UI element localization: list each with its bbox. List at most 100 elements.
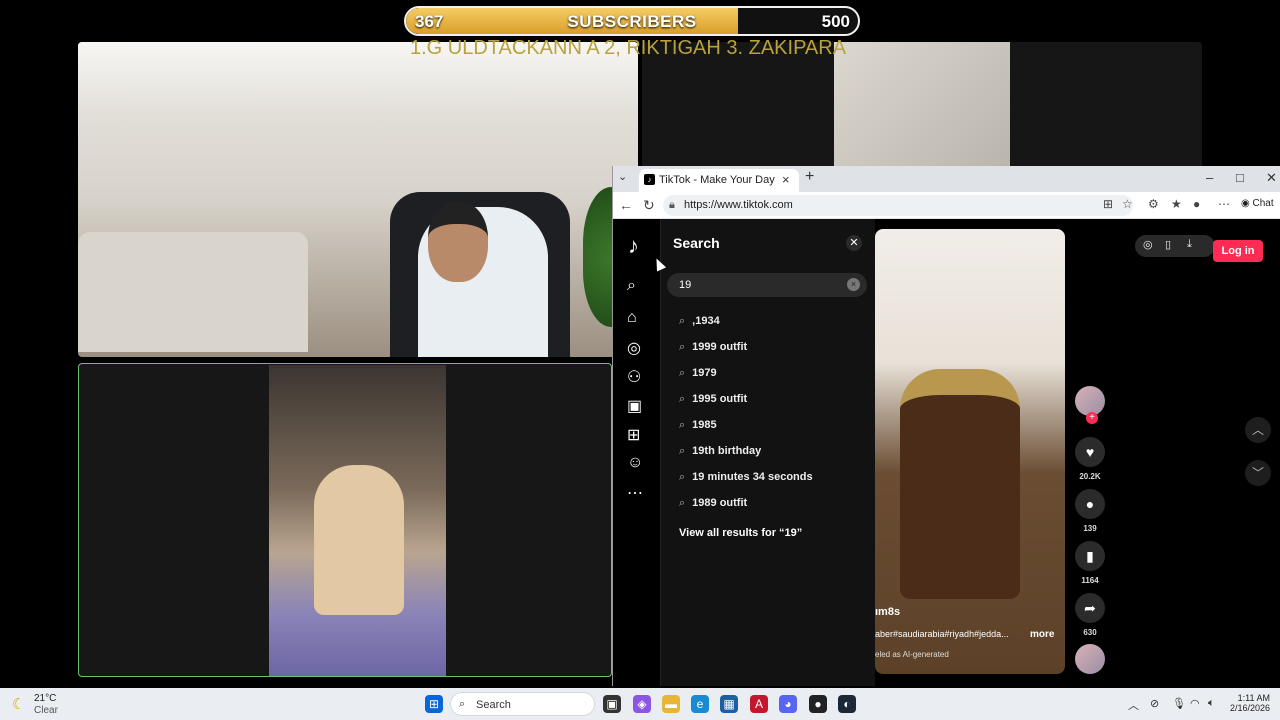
tiktok-logo-icon[interactable]: ♪ (628, 233, 639, 259)
copilot-chat-button[interactable]: ◉ Chat (1241, 198, 1274, 209)
explore-tool-icon[interactable]: ◎ (1143, 238, 1153, 251)
video-author[interactable]: ım8s (875, 606, 900, 618)
taskbar: ☾ 21°C Clear ⊞ ⌕ Search ▣ ◈ ▬ e ▦ A ◕ ● … (0, 688, 1280, 720)
steam-icon[interactable]: ◐ (838, 695, 856, 713)
network-off-icon[interactable]: ⊘ (1150, 697, 1159, 710)
explore-icon[interactable]: ◎ (627, 338, 641, 358)
scroll-down-icon[interactable]: ﹀ (1245, 460, 1271, 486)
screen: 367 SUBSCRIBERS 500 1.G ULDTACKANN A 2, … (0, 0, 1280, 720)
clock[interactable]: 1:11 AM 2/16/2026 (1224, 693, 1270, 713)
search-icon: ⌕ (459, 698, 466, 710)
extensions-icon[interactable]: ⚙ (1148, 197, 1159, 211)
secondary-webcam-feed (834, 42, 1010, 172)
more-nav-icon[interactable]: ⋯ (627, 483, 643, 503)
upload-icon[interactable]: ⊞ (627, 425, 640, 445)
adobe-icon[interactable]: A (750, 695, 768, 713)
bookmark-action[interactable]: ▮ 1164 (1073, 541, 1107, 585)
caption-more-link[interactable]: more (1030, 629, 1054, 640)
like-count: 20.2K (1079, 472, 1101, 481)
refresh-icon[interactable]: ↻ (643, 197, 655, 214)
like-action[interactable]: ♥ 20.2K (1073, 437, 1107, 481)
tiktok-favicon-icon: ♪ (644, 174, 655, 185)
ticker-text: 1.G ULDTACKANN A 2, RIKTIGAH 3. ZAKIPARA (410, 37, 847, 59)
more-menu-icon[interactable]: ⋯ (1218, 197, 1230, 211)
comment-icon: ● (1075, 489, 1105, 519)
login-button[interactable]: Log in (1213, 240, 1263, 262)
bookmark-count: 1164 (1081, 576, 1099, 585)
tab-actions-icon[interactable]: ⌄ (618, 170, 627, 183)
live-icon[interactable]: ▣ (627, 396, 642, 416)
taskbar-search-label: Search (476, 699, 511, 711)
subscriber-goal: 500 (821, 12, 850, 31)
share-count: 630 (1083, 628, 1097, 637)
profile-icon[interactable]: ● (1193, 197, 1200, 211)
heart-icon: ♥ (1075, 437, 1105, 467)
microphone-icon[interactable]: 🎙︎ (1172, 697, 1186, 710)
tray-chevron-icon[interactable]: ︿ (1128, 697, 1139, 713)
back-icon[interactable]: ← (619, 197, 633, 213)
view-all-results-link[interactable]: View all results for “19” (679, 527, 802, 539)
clear-search-icon[interactable]: × (847, 278, 860, 291)
wifi-icon[interactable]: ◠ (1190, 697, 1200, 710)
guest-person (314, 465, 404, 615)
suggestion-item[interactable]: ⌕ 1979 (679, 367, 717, 387)
subscriber-goal-bar: 367 SUBSCRIBERS 500 (404, 6, 860, 36)
task-view-icon[interactable]: ▣ (603, 695, 621, 713)
copilot-icon[interactable]: ◈ (633, 695, 651, 713)
bookmark-icon: ▮ (1075, 541, 1105, 571)
close-window-icon[interactable]: ✕ (1266, 170, 1277, 186)
music-disc[interactable] (1075, 644, 1105, 674)
video-actions: + ♥ 20.2K ● 139 ▮ 1164 ➦ 630 (1073, 219, 1107, 686)
clock-time: 1:11 AM (1237, 693, 1270, 703)
search-icon: ⌕ (679, 315, 686, 327)
search-icon: ⌕ (679, 367, 686, 379)
suggestion-item[interactable]: ⌕ 1989 outfit (679, 497, 747, 517)
maximize-icon[interactable]: □ (1236, 170, 1244, 185)
download-icon[interactable]: ⤓ (1187, 238, 1192, 251)
suggestion-item[interactable]: ⌕ 19th birthday (679, 445, 761, 465)
search-input[interactable]: 19 × (667, 273, 867, 297)
favorites-icon[interactable]: ★ (1171, 197, 1182, 211)
file-explorer-icon[interactable]: ▬ (662, 695, 680, 713)
lock-icon: 🔒︎ (669, 199, 675, 211)
video-player[interactable]: ım8s aber#saudiarabia#riyadh#jedda... mo… (875, 229, 1065, 674)
home-icon[interactable]: ⌂ (627, 309, 637, 327)
store-icon[interactable]: ▦ (720, 695, 738, 713)
search-icon: ⌕ (679, 471, 686, 483)
close-search-icon[interactable]: ✕ (846, 235, 862, 251)
favorite-star-icon[interactable]: ☆ (1122, 197, 1133, 211)
close-tab-icon[interactable]: × (782, 172, 790, 187)
app-available-icon[interactable]: ⊞ (1103, 197, 1113, 211)
creator-avatar[interactable]: + (1075, 386, 1105, 424)
follow-plus-icon[interactable]: + (1086, 412, 1098, 424)
taskbar-search[interactable]: ⌕ Search (450, 692, 595, 716)
secondary-webcam (642, 42, 1202, 172)
share-action[interactable]: ➦ 630 (1073, 593, 1107, 637)
streamer-head (428, 202, 488, 282)
suggestion-item[interactable]: ⌕ 19 minutes 34 seconds (679, 471, 813, 491)
scroll-up-icon[interactable]: ︿ (1245, 417, 1271, 443)
address-bar-row: ← ↻ 🔒︎ https://www.tiktok.com ⊞ ☆ ⚙ ★ ● … (613, 192, 1280, 219)
address-bar[interactable]: 🔒︎ https://www.tiktok.com (663, 195, 1133, 216)
search-icon[interactable]: ⌕ (627, 277, 636, 295)
comment-action[interactable]: ● 139 (1073, 489, 1107, 533)
suggestion-item[interactable]: ⌕ ,1934 (679, 315, 720, 335)
tab-tiktok[interactable]: ♪ TikTok - Make Your Day × (639, 169, 799, 192)
following-icon[interactable]: ⚇ (627, 367, 641, 387)
volume-icon[interactable]: 🔈︎ (1208, 697, 1215, 710)
new-tab-icon[interactable]: + (805, 168, 814, 186)
obs-icon[interactable]: ● (809, 695, 827, 713)
suggestion-label: 19th birthday (692, 445, 762, 457)
profile-nav-icon[interactable]: ☺ (627, 454, 643, 472)
device-icon[interactable]: ▯ (1165, 238, 1171, 251)
discord-icon[interactable]: ◕ (779, 695, 797, 713)
edge-icon[interactable]: e (691, 695, 709, 713)
suggestion-item[interactable]: ⌕ 1999 outfit (679, 341, 747, 361)
browser-window: ⌄ ♪ TikTok - Make Your Day × + – □ ✕ ← ↻… (612, 166, 1280, 686)
minimize-icon[interactable]: – (1206, 170, 1213, 185)
video-subject (900, 369, 1020, 599)
start-icon[interactable]: ⊞ (425, 695, 443, 713)
suggestion-item[interactable]: ⌕ 1995 outfit (679, 393, 747, 413)
page-tools: ◎ ▯ ⤓ (1135, 235, 1215, 257)
suggestion-item[interactable]: ⌕ 1985 (679, 419, 717, 439)
